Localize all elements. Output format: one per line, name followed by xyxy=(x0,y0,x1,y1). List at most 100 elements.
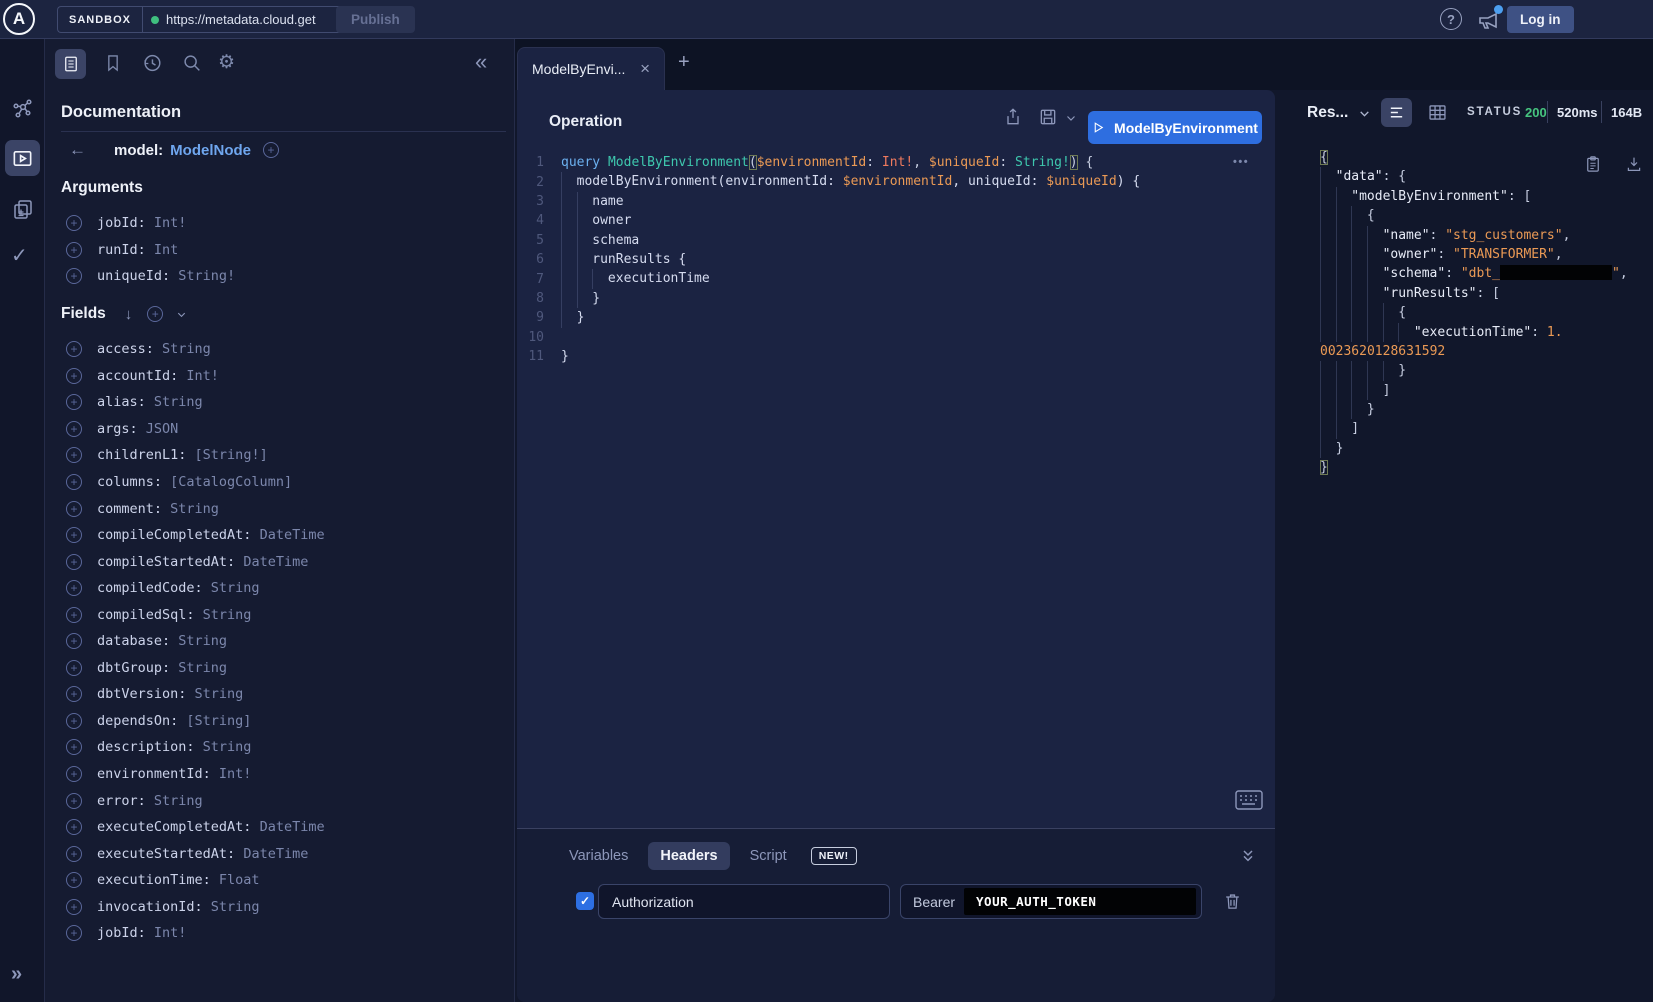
doc-field-row[interactable]: +invocationId: String xyxy=(45,893,515,920)
code-line[interactable]: 2modelByEnvironment(environmentId: $envi… xyxy=(517,172,1275,191)
doc-field-row[interactable]: +database: String xyxy=(45,628,515,655)
add-field-icon[interactable]: + xyxy=(66,215,82,231)
response-json-viewer[interactable]: {"data": {"modelByEnvironment": [{"name"… xyxy=(1320,148,1650,478)
add-field-icon[interactable]: + xyxy=(66,633,82,649)
keyboard-shortcuts-icon[interactable] xyxy=(1235,790,1263,810)
help-icon[interactable]: ? xyxy=(1440,8,1462,30)
table-view-toggle[interactable] xyxy=(1427,102,1448,123)
add-field-icon[interactable]: + xyxy=(66,580,82,596)
add-field-icon[interactable]: + xyxy=(66,739,82,755)
collapse-section-icon[interactable] xyxy=(1240,845,1258,865)
collapse-panel-icon[interactable]: « xyxy=(475,49,487,75)
add-field-icon[interactable]: + xyxy=(66,713,82,729)
add-all-fields-icon[interactable]: + xyxy=(147,306,163,322)
doc-field-row[interactable]: +accountId: Int! xyxy=(45,363,515,390)
code-line[interactable]: 9} xyxy=(517,308,1275,327)
add-field-icon[interactable]: + xyxy=(66,819,82,835)
add-field-icon[interactable]: + xyxy=(66,474,82,490)
bookmarks-icon[interactable] xyxy=(103,52,125,74)
code-line[interactable]: 8} xyxy=(517,289,1275,308)
new-tab-icon[interactable]: + xyxy=(678,51,690,74)
doc-field-row[interactable]: +executionTime: Float xyxy=(45,867,515,894)
tab-headers[interactable]: Headers xyxy=(648,842,729,870)
checks-nav-icon[interactable]: ✓ xyxy=(11,243,28,268)
doc-field-row[interactable]: +executeCompletedAt: DateTime xyxy=(45,814,515,841)
doc-field-row[interactable]: +alias: String xyxy=(45,389,515,416)
share-operation-icon[interactable] xyxy=(1003,106,1023,126)
doc-field-row[interactable]: +description: String xyxy=(45,734,515,761)
save-operation-icon[interactable] xyxy=(1038,106,1058,126)
add-field-icon[interactable]: + xyxy=(263,142,279,158)
code-line[interactable]: 7executionTime xyxy=(517,269,1275,288)
add-field-icon[interactable]: + xyxy=(66,341,82,357)
doc-field-row[interactable]: +columns: [CatalogColumn] xyxy=(45,469,515,496)
doc-field-row[interactable]: +compileStartedAt: DateTime xyxy=(45,548,515,575)
documentation-tab-icon-active[interactable] xyxy=(55,49,86,79)
code-line[interactable]: 10 xyxy=(517,328,1275,347)
add-field-icon[interactable]: + xyxy=(66,846,82,862)
close-tab-icon[interactable]: × xyxy=(640,59,650,79)
code-line[interactable]: 6runResults { xyxy=(517,250,1275,269)
doc-settings-icon[interactable]: ⚙ xyxy=(218,52,235,74)
apollo-logo-icon[interactable]: A xyxy=(3,3,35,35)
add-field-icon[interactable]: + xyxy=(66,368,82,384)
expand-rail-icon[interactable]: » xyxy=(11,963,22,986)
doc-type-link[interactable]: ModelNode xyxy=(170,142,251,159)
doc-field-row[interactable]: +comment: String xyxy=(45,495,515,522)
delete-header-icon[interactable] xyxy=(1223,891,1242,911)
endpoint-url-text[interactable]: https://metadata.cloud.get xyxy=(166,12,329,27)
doc-field-row[interactable]: +dbtVersion: String xyxy=(45,681,515,708)
doc-field-row[interactable]: +compileCompletedAt: DateTime xyxy=(45,522,515,549)
doc-field-row[interactable]: +error: String xyxy=(45,787,515,814)
explorer-nav-item-active[interactable] xyxy=(5,140,40,176)
back-arrow-icon[interactable]: ← xyxy=(69,140,86,160)
login-button[interactable]: Log in xyxy=(1507,6,1574,33)
run-operation-button[interactable]: ModelByEnvironment xyxy=(1088,111,1262,144)
search-icon[interactable] xyxy=(181,52,203,74)
header-value-input[interactable]: Bearer YOUR_AUTH_TOKEN xyxy=(900,884,1202,919)
add-field-icon[interactable]: + xyxy=(66,793,82,809)
doc-field-row[interactable]: +executeStartedAt: DateTime xyxy=(45,840,515,867)
doc-field-row[interactable]: +uniqueId: String! xyxy=(45,263,515,290)
doc-field-row[interactable]: +dbtGroup: String xyxy=(45,655,515,682)
announcements-icon[interactable] xyxy=(1477,8,1501,32)
add-field-icon[interactable]: + xyxy=(66,686,82,702)
publish-button[interactable]: Publish xyxy=(336,6,415,33)
doc-field-row[interactable]: +compiledCode: String xyxy=(45,575,515,602)
add-field-icon[interactable]: + xyxy=(66,527,82,543)
collections-nav-icon[interactable] xyxy=(11,197,35,221)
schema-graph-icon[interactable] xyxy=(11,97,35,121)
save-options-chevron-icon[interactable] xyxy=(1065,112,1085,132)
doc-field-row[interactable]: +jobId: Int! xyxy=(45,210,515,237)
formatted-view-toggle-active[interactable] xyxy=(1381,98,1412,127)
endpoint-url-input[interactable]: https://metadata.cloud.get ⚙ xyxy=(142,6,358,33)
add-field-icon[interactable]: + xyxy=(66,447,82,463)
tab-variables[interactable]: Variables xyxy=(557,842,640,870)
add-field-icon[interactable]: + xyxy=(66,421,82,437)
code-line[interactable]: 1query ModelByEnvironment($environmentId… xyxy=(517,153,1275,172)
doc-field-row[interactable]: +environmentId: Int! xyxy=(45,761,515,788)
code-line[interactable]: 4owner xyxy=(517,211,1275,230)
add-field-icon[interactable]: + xyxy=(66,394,82,410)
doc-field-row[interactable]: +args: JSON xyxy=(45,416,515,443)
add-field-icon[interactable]: + xyxy=(66,607,82,623)
code-line[interactable]: 5schema xyxy=(517,231,1275,250)
add-field-icon[interactable]: + xyxy=(66,872,82,888)
add-field-icon[interactable]: + xyxy=(66,766,82,782)
doc-field-row[interactable]: +jobId: Int! xyxy=(45,920,515,947)
add-field-icon[interactable]: + xyxy=(66,925,82,941)
doc-field-row[interactable]: +access: String xyxy=(45,336,515,363)
add-field-icon[interactable]: + xyxy=(66,242,82,258)
tab-script[interactable]: Script xyxy=(738,842,799,870)
sort-fields-icon[interactable]: ↓ xyxy=(125,306,133,323)
code-line[interactable]: 11} xyxy=(517,347,1275,366)
operation-tab-active[interactable]: ModelByEnvi... × xyxy=(517,47,665,90)
header-name-input[interactable] xyxy=(598,884,890,919)
history-icon[interactable] xyxy=(141,52,163,74)
add-field-icon[interactable]: + xyxy=(66,899,82,915)
doc-field-row[interactable]: +childrenL1: [String!] xyxy=(45,442,515,469)
add-field-icon[interactable]: + xyxy=(66,554,82,570)
response-selector[interactable]: Res... xyxy=(1307,104,1371,122)
add-field-icon[interactable]: + xyxy=(66,268,82,284)
doc-field-row[interactable]: +dependsOn: [String] xyxy=(45,708,515,735)
